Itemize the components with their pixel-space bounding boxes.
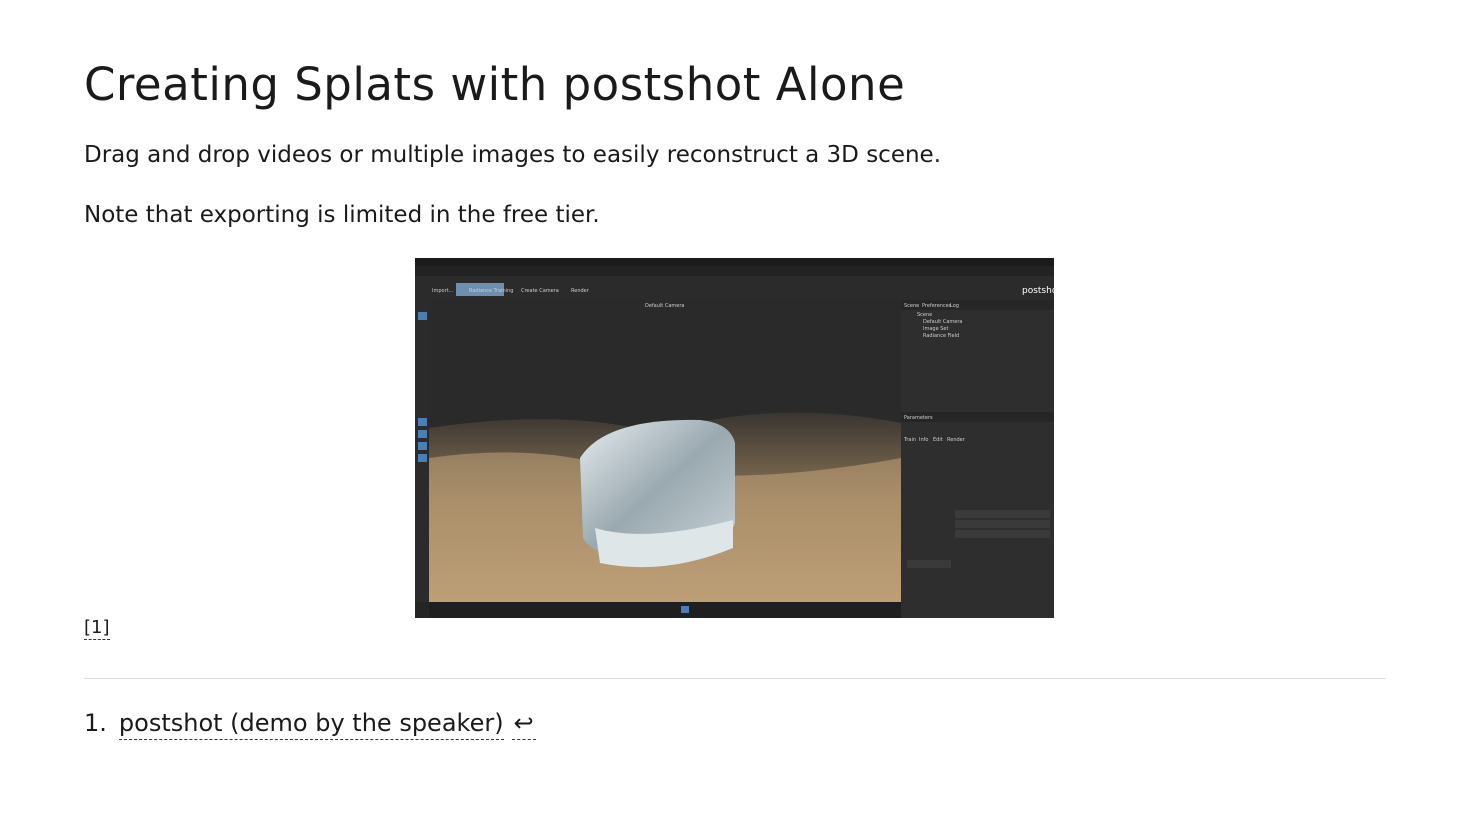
panel-tab-preferences: Preferences xyxy=(922,303,952,309)
footnote-backref-icon[interactable]: ↩ xyxy=(511,709,536,740)
params-tab-train: Train xyxy=(903,437,916,443)
intro-paragraph: Drag and drop videos or multiple images … xyxy=(84,142,942,168)
postshot-app-illustration: Import... Radiance Training Create Camer… xyxy=(415,258,1054,618)
footnote-item: 1. postshot (demo by the speaker) ↩ xyxy=(84,709,536,740)
panel-tab-scene: Scene xyxy=(904,303,919,309)
footnote-number: 1. xyxy=(84,709,107,737)
viewport-camera-label: Default Camera xyxy=(645,303,684,309)
timeline xyxy=(429,602,901,618)
slide-title: Creating Splats with postshot Alone xyxy=(84,58,906,111)
postshot-screenshot: Import... Radiance Training Create Camer… xyxy=(415,258,1054,618)
postshot-brand: postshot xyxy=(1022,286,1054,296)
footnote-link[interactable]: postshot (demo by the speaker) xyxy=(118,709,504,740)
panel-tab-log: Log xyxy=(950,303,959,309)
side-panel xyxy=(901,300,1054,618)
params-tab-info: Info xyxy=(919,437,928,443)
tree-scene: Scene xyxy=(917,312,932,318)
params-tab-edit: Edit xyxy=(933,437,943,443)
tool-strip xyxy=(415,300,429,602)
toolbar-create-camera: Create Camera xyxy=(521,288,559,294)
toolbar-import: Import... xyxy=(432,288,454,294)
toolbar-radiance-training: Radiance Training xyxy=(469,288,513,294)
tree-default-camera: Default Camera xyxy=(923,319,962,325)
params-tab-render: Render xyxy=(947,437,966,443)
parameters-title: Parameters xyxy=(904,415,933,421)
toolbar-render: Render xyxy=(571,288,590,294)
note-paragraph: Note that exporting is limited in the fr… xyxy=(84,202,600,228)
footnotes-divider xyxy=(84,678,1386,679)
tree-image-set: Image Set xyxy=(923,326,948,332)
footnote-reference-link[interactable]: [1] xyxy=(84,617,110,640)
tree-radiance-field: Radiance Field xyxy=(923,333,959,339)
